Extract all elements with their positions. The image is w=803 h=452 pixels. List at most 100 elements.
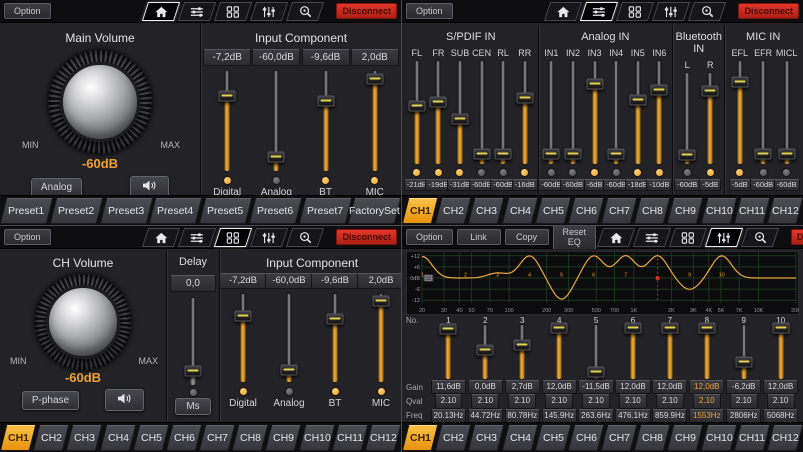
eq-freq-value[interactable]: 263.6Hz (578, 409, 613, 422)
channel-level-slider[interactable] (679, 73, 695, 164)
eq-freq-value[interactable]: 476.1Hz (615, 409, 650, 422)
channel-level-slider[interactable] (517, 61, 533, 164)
eq-qval-value[interactable]: 2.10 (767, 394, 795, 408)
channel-gain-value[interactable]: -7,2dB (203, 49, 251, 66)
eq-gain-slider[interactable] (477, 325, 493, 379)
nav-tab-home[interactable] (142, 228, 180, 247)
eq-gain-value[interactable]: 11,6dB (431, 380, 466, 394)
channel-tab-ch7[interactable]: CH7 (601, 198, 638, 224)
eq-freq-value[interactable]: 44.72Hz (468, 409, 503, 422)
nav-tab-home[interactable] (142, 2, 180, 21)
channel-tab-ch5[interactable]: CH5 (534, 198, 571, 224)
channel-level-value[interactable]: -10dB (646, 179, 672, 191)
slider-handle[interactable] (516, 93, 533, 104)
nav-tab-tune[interactable] (286, 2, 324, 21)
eq-gain-value[interactable]: 12,0dB (652, 380, 687, 394)
channel-tab-ch6[interactable]: CH6 (568, 425, 605, 451)
channel-tab-ch4[interactable]: CH4 (99, 425, 136, 451)
channel-tab-ch12[interactable]: CH12 (767, 198, 803, 224)
slider-handle[interactable] (702, 86, 719, 97)
channel-level-slider[interactable] (587, 61, 603, 164)
channel-tab-ch4[interactable]: CH4 (501, 425, 538, 451)
nav-tab-input-mixer[interactable] (178, 228, 216, 247)
channel-gain-value[interactable]: -60,0dB (252, 49, 300, 66)
channel-gain-slider[interactable] (268, 71, 284, 171)
preset-tab-preset6[interactable]: Preset6 (249, 198, 302, 224)
slider-handle[interactable] (698, 323, 715, 334)
eq-gain-value[interactable]: 0,0dB (468, 380, 503, 394)
slider-handle[interactable] (651, 84, 668, 95)
nav-tab-output-grid[interactable] (214, 228, 252, 247)
disconnect-button[interactable]: Disconnect (336, 229, 397, 245)
eq-gain-value[interactable]: 12,0dB (763, 380, 798, 394)
channel-level-value[interactable]: -60dB (774, 179, 800, 191)
eq-gain-value[interactable]: -6,2dB (726, 380, 761, 394)
link-button[interactable]: Link (457, 229, 501, 245)
slider-handle[interactable] (327, 313, 344, 324)
slider-handle[interactable] (629, 95, 646, 106)
channel-tab-ch1[interactable]: CH1 (0, 425, 36, 451)
channel-tab-ch1[interactable]: CH1 (402, 198, 438, 224)
channel-gain-slider[interactable] (367, 71, 383, 171)
channel-gain-value[interactable]: -60,0dB (265, 273, 313, 289)
nav-tab-output-grid[interactable] (616, 2, 654, 21)
channel-gain-slider[interactable] (281, 294, 297, 382)
channel-tab-ch7[interactable]: CH7 (601, 425, 638, 451)
slider-handle[interactable] (772, 323, 789, 334)
slider-handle[interactable] (679, 150, 696, 161)
slider-handle[interactable] (586, 78, 603, 89)
slider-handle[interactable] (268, 152, 285, 163)
channel-level-slider[interactable] (608, 61, 624, 164)
nav-tab-equalizer[interactable] (250, 2, 288, 21)
channel-tab-ch2[interactable]: CH2 (435, 425, 472, 451)
channel-tab-ch12[interactable]: CH12 (365, 425, 401, 451)
slider-handle[interactable] (281, 365, 298, 376)
slider-handle[interactable] (185, 366, 202, 377)
channel-tab-ch9[interactable]: CH9 (667, 198, 704, 224)
eq-gain-slider[interactable] (588, 325, 604, 379)
channel-level-value[interactable]: -60dB (750, 179, 776, 191)
eq-qval-value[interactable]: 2.10 (471, 394, 499, 408)
eq-gain-slider[interactable] (514, 325, 530, 379)
preset-tab-preset4[interactable]: Preset4 (149, 198, 202, 224)
slider-handle[interactable] (440, 323, 457, 334)
channel-level-slider[interactable] (452, 61, 468, 164)
channel-tab-ch3[interactable]: CH3 (468, 198, 505, 224)
channel-level-value[interactable]: -5dB (699, 179, 721, 191)
eq-qval-value[interactable]: 2.10 (619, 394, 647, 408)
eq-gain-value[interactable]: 12,0dB (542, 380, 577, 394)
channel-level-slider[interactable] (474, 61, 490, 164)
eq-freq-value[interactable]: 1553Hz (689, 409, 724, 422)
channel-tab-ch3[interactable]: CH3 (468, 425, 505, 451)
ch-volume-knob[interactable]: MIN MAX (35, 274, 131, 370)
channel-tab-ch6[interactable]: CH6 (568, 198, 605, 224)
eq-freq-value[interactable]: 859.9Hz (652, 409, 687, 422)
channel-gain-slider[interactable] (235, 294, 251, 382)
eq-qval-value[interactable]: 2.10 (656, 394, 684, 408)
mute-button[interactable] (105, 389, 144, 411)
channel-level-slider[interactable] (543, 61, 559, 164)
channel-gain-value[interactable]: -7,2dB (219, 273, 267, 289)
channel-tab-ch5[interactable]: CH5 (132, 425, 169, 451)
eq-qval-value[interactable]: 2.10 (730, 394, 758, 408)
channel-level-value[interactable]: -60dB (560, 179, 586, 191)
nav-tab-equalizer[interactable] (705, 228, 743, 247)
channel-tab-ch1[interactable]: CH1 (402, 425, 438, 451)
mute-button[interactable] (130, 176, 169, 195)
channel-tab-ch10[interactable]: CH10 (298, 425, 335, 451)
slider-handle[interactable] (543, 148, 560, 159)
channel-level-slider[interactable] (779, 61, 795, 164)
disconnect-button[interactable]: Disconnect (336, 3, 397, 19)
channel-tab-ch9[interactable]: CH9 (265, 425, 302, 451)
channel-tab-ch3[interactable]: CH3 (66, 425, 103, 451)
nav-tab-home[interactable] (597, 228, 635, 247)
option-button[interactable]: Option (406, 229, 453, 245)
slider-handle[interactable] (235, 311, 252, 322)
channel-gain-slider[interactable] (219, 71, 235, 171)
preset-tab-preset1[interactable]: Preset1 (0, 198, 53, 224)
channel-level-slider[interactable] (430, 61, 446, 164)
eq-gain-value[interactable]: 2,7dB (505, 380, 540, 394)
nav-tab-equalizer[interactable] (652, 2, 690, 21)
channel-tab-ch6[interactable]: CH6 (166, 425, 203, 451)
nav-tab-tune[interactable] (688, 2, 726, 21)
